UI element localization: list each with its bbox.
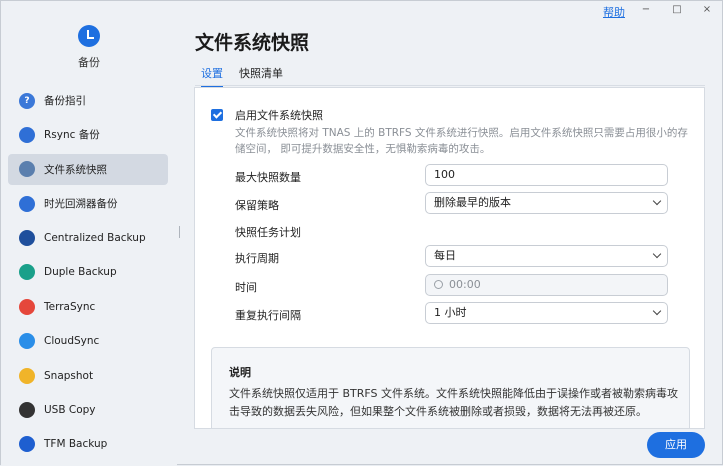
sidebar-item-5[interactable]: Duple Backup <box>8 257 168 288</box>
sidebar-item-label: 时光回溯器备份 <box>44 198 118 211</box>
sidebar-item-8[interactable]: Snapshot <box>8 360 168 391</box>
sidebar-item-label: Centralized Backup <box>44 232 146 245</box>
time-machine-icon <box>19 195 35 212</box>
retention-policy-label: 保留策略 <box>235 199 279 212</box>
sidebar-item-4[interactable]: Centralized Backup <box>8 223 168 254</box>
tfm-backup-icon <box>19 436 35 453</box>
max-snapshots-label: 最大快照数量 <box>235 171 301 184</box>
app-header: 备份 <box>1 21 177 75</box>
period-label: 执行周期 <box>235 252 279 265</box>
schedule-section-label: 快照任务计划 <box>235 226 301 239</box>
terrasync-icon <box>19 298 35 315</box>
sidebar-item-0[interactable]: ? 备份指引 <box>8 85 168 116</box>
sidebar-item-7[interactable]: CloudSync <box>8 326 168 357</box>
sidebar-item-label: 文件系统快照 <box>44 163 107 176</box>
period-value: 每日 <box>434 249 456 262</box>
sidebar-resize-handle[interactable] <box>179 226 180 238</box>
note-title: 说明 <box>229 366 251 379</box>
rsync-icon <box>19 126 35 143</box>
retention-policy-value: 删除最早的版本 <box>434 196 511 209</box>
sidebar-item-label: Duple Backup <box>44 266 117 279</box>
interval-value: 1 小时 <box>434 306 467 319</box>
backup-clock-icon <box>78 25 100 47</box>
sidebar-item-6[interactable]: TerraSync <box>8 291 168 322</box>
centralized-backup-icon <box>19 230 35 247</box>
chevron-down-icon <box>652 306 662 316</box>
sidebar-item-1[interactable]: Rsync 备份 <box>8 119 168 150</box>
clock-icon <box>434 280 443 289</box>
snapshot-description: 文件系统快照将对 TNAS 上的 BTRFS 文件系统进行快照。启用文件系统快照… <box>235 127 688 155</box>
snapshot-document-icon <box>19 161 35 178</box>
period-select[interactable]: 每日 <box>425 245 668 267</box>
tab-settings[interactable]: 设置 <box>201 65 223 87</box>
sidebar-item-label: 备份指引 <box>44 95 86 107</box>
sidebar-item-2[interactable]: 文件系统快照 <box>8 153 168 185</box>
sidebar-item-10[interactable]: TFM Backup <box>8 429 168 460</box>
interval-label: 重复执行间隔 <box>235 309 301 322</box>
note-body: 文件系统快照仅适用于 BTRFS 文件系统。文件系统快照能降低由于误操作或者被勒… <box>229 387 679 418</box>
page-title: 文件系统快照 <box>195 32 310 54</box>
maximize-button[interactable]: □ <box>670 3 684 17</box>
sidebar-item-label: Snapshot <box>44 369 94 382</box>
minimize-button[interactable]: − <box>639 3 653 17</box>
tab-divider <box>195 85 705 86</box>
time-value: 00:00 <box>449 278 481 291</box>
folder-icon <box>19 367 35 384</box>
sidebar-item-label: Rsync 备份 <box>44 129 100 142</box>
close-button[interactable]: × <box>700 3 714 17</box>
duple-backup-icon <box>19 264 35 281</box>
chevron-down-icon <box>652 196 662 206</box>
sidebar-item-3[interactable]: 时光回溯器备份 <box>8 188 168 219</box>
tab-snapshot-list[interactable]: 快照清单 <box>239 65 283 87</box>
settings-panel: 启用文件系统快照 文件系统快照将对 TNAS 上的 BTRFS 文件系统进行快照… <box>194 87 705 429</box>
enable-snapshot-checkbox[interactable] <box>211 109 223 121</box>
sidebar-item-label: CloudSync <box>44 335 100 348</box>
help-link[interactable]: 帮助 <box>603 4 625 20</box>
note-box: 说明 文件系统快照仅适用于 BTRFS 文件系统。文件系统快照能降低由于误操作或… <box>211 347 690 428</box>
sidebar-nav: ? 备份指引 Rsync 备份 文件系统快照 时光回溯器备份 Centralized Ba… <box>8 85 168 463</box>
question-mark-icon: ? <box>19 92 35 109</box>
backup-app-window: 备份 ? 备份指引 Rsync 备份 文件系统快照 时光回溯器备份 Centralized… <box>0 0 723 466</box>
interval-select[interactable]: 1 小时 <box>425 302 668 324</box>
sidebar-item-label: USB Copy <box>44 404 96 417</box>
enable-snapshot-label: 启用文件系统快照 <box>235 109 323 122</box>
max-snapshots-value: 100 <box>434 168 455 181</box>
time-input[interactable]: 00:00 <box>425 274 668 296</box>
max-snapshots-input[interactable]: 100 <box>425 164 668 186</box>
apply-button[interactable]: 应用 <box>647 432 705 458</box>
sidebar-item-label: TFM Backup <box>44 438 108 451</box>
retention-policy-select[interactable]: 删除最早的版本 <box>425 192 668 214</box>
sidebar-item-9[interactable]: USB Copy <box>8 395 168 426</box>
chevron-down-icon <box>652 249 662 259</box>
tab-bar: 设置 快照清单 <box>201 65 299 87</box>
cloudsync-icon <box>19 333 35 350</box>
usb-icon <box>19 402 35 419</box>
sidebar: 备份 ? 备份指引 Rsync 备份 文件系统快照 时光回溯器备份 Centralized… <box>1 1 177 466</box>
sidebar-item-label: TerraSync <box>44 300 96 313</box>
time-label: 时间 <box>235 281 257 294</box>
app-name: 备份 <box>78 56 100 69</box>
